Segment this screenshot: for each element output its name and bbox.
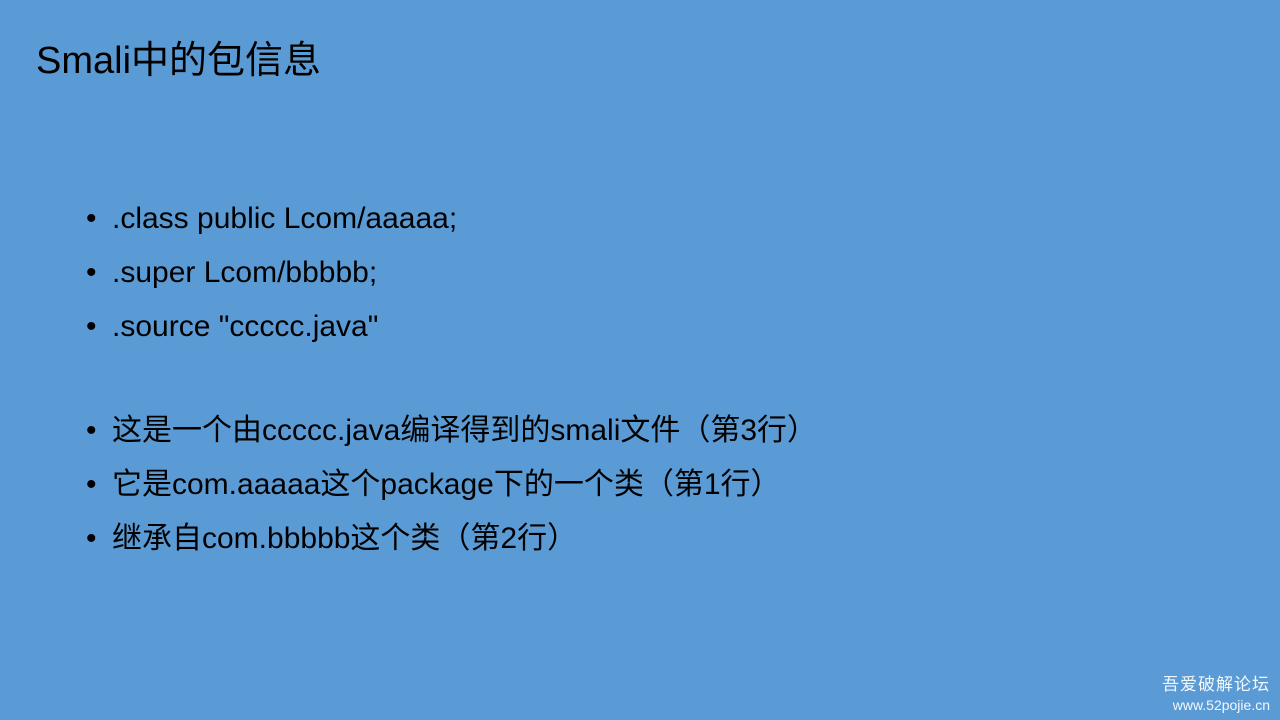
bullet-dot-icon: • xyxy=(86,522,97,555)
watermark-name: 吾爱破解论坛 xyxy=(1162,675,1270,694)
bullet-text: .class public Lcom/aaaaa; xyxy=(112,202,458,235)
bullet-item: • 这是一个由ccccc.java编译得到的smali文件（第3行） xyxy=(86,404,817,458)
bullet-list-explanation: • 这是一个由ccccc.java编译得到的smali文件（第3行） • 它是c… xyxy=(86,404,817,566)
bullet-dot-icon: • xyxy=(86,310,97,343)
slide-title: Smali中的包信息 xyxy=(36,40,322,82)
bullet-text: 它是com.aaaaa这个package下的一个类（第1行） xyxy=(112,468,781,501)
bullet-text: 这是一个由ccccc.java编译得到的smali文件（第3行） xyxy=(112,414,818,447)
bullet-dot-icon: • xyxy=(86,202,97,235)
slide: Smali中的包信息 • .class public Lcom/aaaaa; •… xyxy=(0,0,1280,720)
watermark: 吾爱破解论坛 www.52pojie.cn xyxy=(1162,674,1270,714)
watermark-url: www.52pojie.cn xyxy=(1172,697,1270,713)
bullet-text: .source "ccccc.java" xyxy=(112,310,379,343)
bullet-dot-icon: • xyxy=(86,414,97,447)
bullet-dot-icon: • xyxy=(86,256,97,289)
bullet-item: • 继承自com.bbbbb这个类（第2行） xyxy=(86,512,817,566)
bullet-text: 继承自com.bbbbb这个类（第2行） xyxy=(112,522,578,555)
bullet-text: .super Lcom/bbbbb; xyxy=(112,256,378,289)
bullet-item: • .class public Lcom/aaaaa; xyxy=(86,192,457,246)
bullet-item: • .source "ccccc.java" xyxy=(86,300,457,354)
bullet-item: • .super Lcom/bbbbb; xyxy=(86,246,457,300)
bullet-dot-icon: • xyxy=(86,468,97,501)
bullet-item: • 它是com.aaaaa这个package下的一个类（第1行） xyxy=(86,458,817,512)
bullet-list-code: • .class public Lcom/aaaaa; • .super Lco… xyxy=(86,192,457,354)
